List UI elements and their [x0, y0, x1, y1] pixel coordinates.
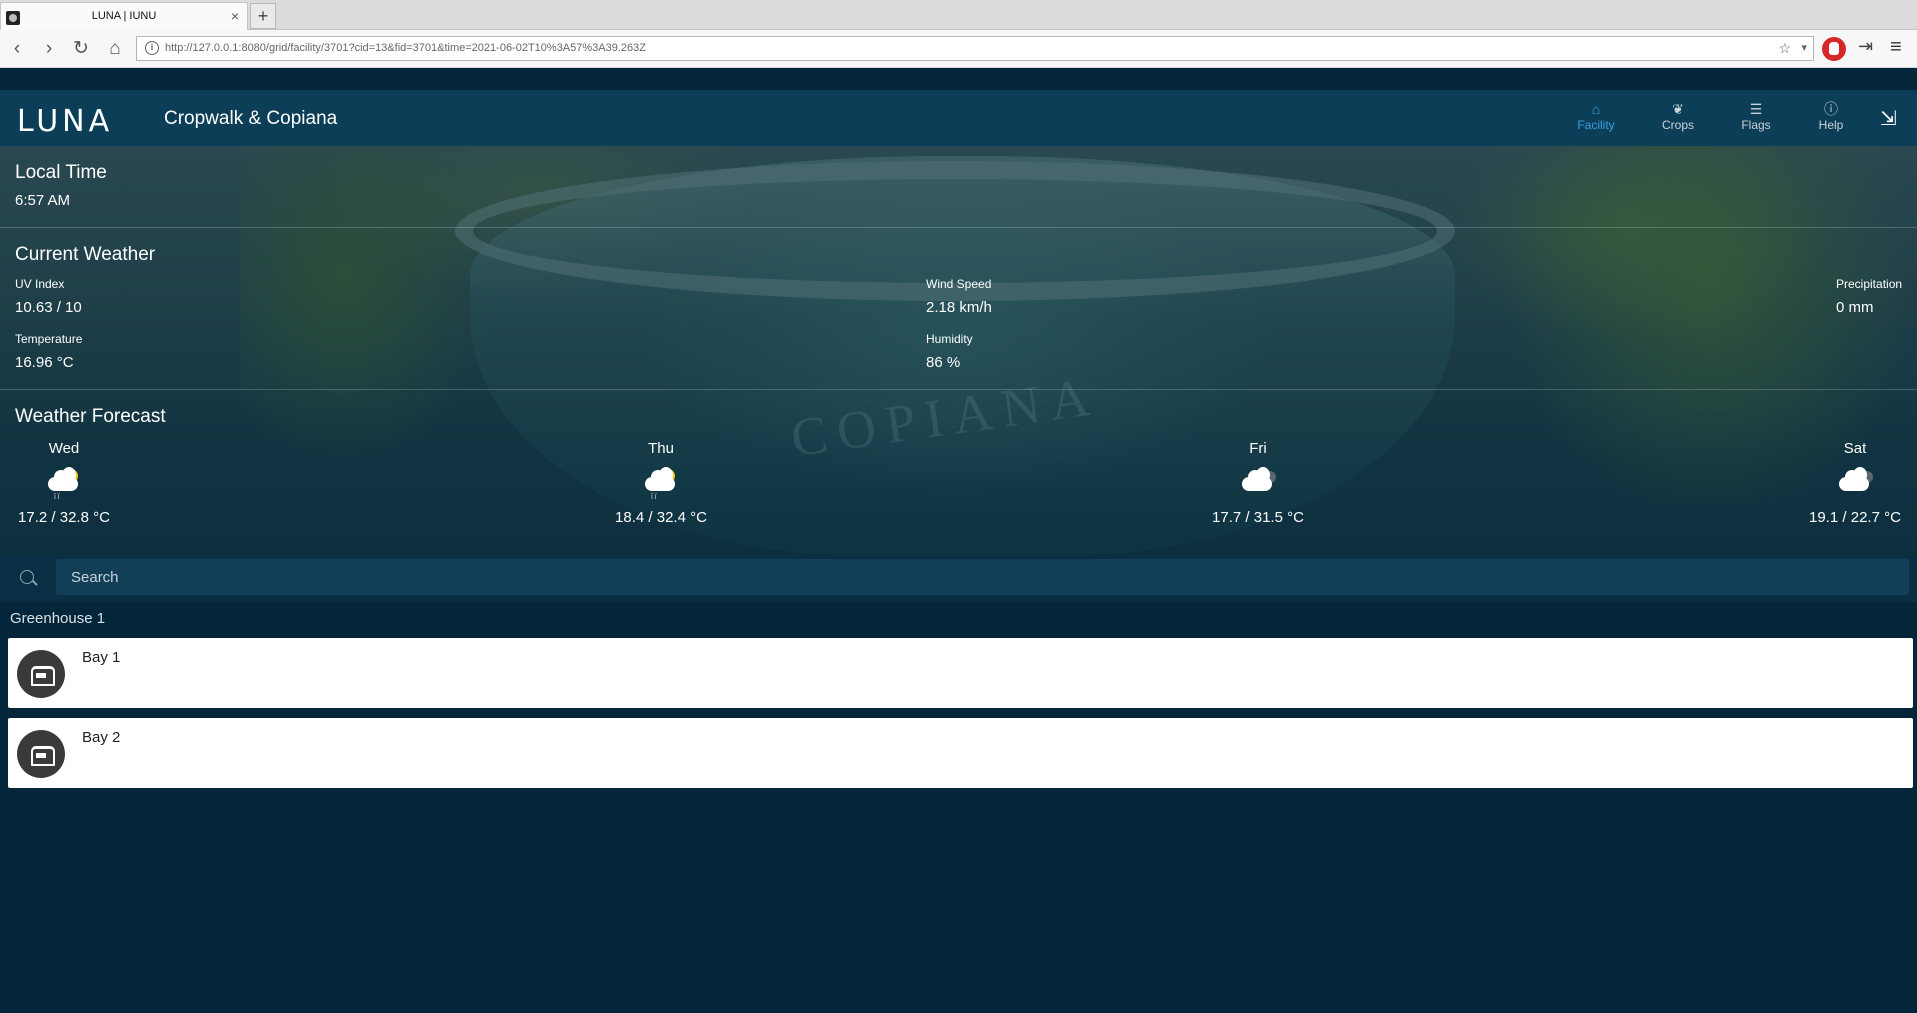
url-dropdown-icon[interactable]: ▾ — [1801, 41, 1807, 54]
forecast-day-name: Sat — [1843, 440, 1867, 457]
greenhouse-icon — [17, 650, 65, 698]
uv-index-value: 10.63 / 10 — [15, 299, 82, 316]
browser-tab-bar: LUNA | IUNU × + — [0, 0, 1917, 30]
search-row — [0, 556, 1917, 602]
url-bar[interactable]: i http://127.0.0.1:8080/grid/facility/37… — [136, 36, 1814, 61]
wind-speed-label: Wind Speed — [926, 277, 992, 291]
nav-flags-label: Flags — [1741, 118, 1771, 132]
nav-help[interactable]: ⓘ Help — [1801, 100, 1861, 132]
forecast-day: Thu ϊϊ 18.4 / 32.4 °C — [601, 440, 721, 526]
back-icon[interactable]: ‹ — [6, 38, 28, 60]
cloudy-icon — [1835, 467, 1875, 499]
nav-facility[interactable]: ⌂ Facility — [1566, 100, 1626, 132]
luna-logo[interactable]: LUNA — [17, 104, 113, 139]
greenhouse-title: Greenhouse 1 — [10, 610, 106, 627]
nav-crops[interactable]: ❦ Crops — [1648, 100, 1708, 132]
precipitation-label: Precipitation — [1836, 277, 1903, 291]
forecast-day-name: Thu — [648, 440, 674, 457]
current-weather-title: Current Weather — [15, 244, 156, 265]
forecast-day: Sat 19.1 / 22.7 °C — [1795, 440, 1915, 526]
browser-nav-bar: ‹ › ↻ ⌂ i http://127.0.0.1:8080/grid/fac… — [0, 30, 1917, 68]
temperature-label: Temperature — [15, 332, 83, 346]
divider — [0, 227, 1917, 228]
background-shade — [0, 146, 1917, 556]
browser-tab[interactable]: LUNA | IUNU × — [0, 2, 248, 30]
forecast-day-temp: 19.1 / 22.7 °C — [1809, 509, 1901, 526]
humidity-label: Humidity — [926, 332, 973, 346]
weather-panel: COPIANA Local Time 6:57 AM Current Weath… — [0, 146, 1917, 556]
divider — [0, 389, 1917, 390]
help-icon: ⓘ — [1824, 101, 1838, 117]
bay-card[interactable]: Bay 1 — [8, 638, 1913, 708]
search-input[interactable] — [56, 559, 1909, 595]
sidebar-toggle-icon[interactable]: ⇥ — [1858, 36, 1873, 57]
forecast-day-name: Wed — [48, 440, 80, 457]
site-info-icon[interactable]: i — [145, 41, 159, 55]
app-header: LUNA Cropwalk & Copiana ⌂ Facility ❦ Cro… — [0, 90, 1917, 146]
forecast-day-temp: 17.7 / 31.5 °C — [1212, 509, 1304, 526]
logout-icon[interactable]: ⇲ — [1880, 106, 1897, 131]
forecast-day: Fri 17.7 / 31.5 °C — [1198, 440, 1318, 526]
local-time-value: 6:57 AM — [15, 192, 71, 209]
forecast-day-temp: 18.4 / 32.4 °C — [615, 509, 707, 526]
cloudy-icon — [1238, 467, 1278, 499]
new-tab-button[interactable]: + — [250, 3, 276, 29]
search-icon — [20, 570, 34, 584]
local-time-title: Local Time — [15, 162, 107, 183]
sun-cloud-rain-icon: ϊϊ — [641, 467, 681, 501]
nav-facility-label: Facility — [1577, 118, 1615, 132]
bay-card[interactable]: Bay 2 — [8, 718, 1913, 788]
nav-help-label: Help — [1818, 118, 1844, 132]
nav-flags[interactable]: ☰ Flags — [1726, 100, 1786, 132]
humidity-value: 86 % — [926, 354, 961, 371]
bay-name: Bay 1 — [82, 649, 121, 666]
bookmark-star-icon[interactable]: ☆ — [1778, 40, 1791, 57]
wind-speed-value: 2.18 km/h — [926, 299, 992, 316]
crops-icon: ❦ — [1672, 101, 1684, 117]
tab-title: LUNA | IUNU — [91, 10, 157, 22]
forecast-day-temp: 17.2 / 32.8 °C — [18, 509, 110, 526]
sun-cloud-rain-icon: ϊϊ — [44, 467, 84, 501]
forecast-day-name: Fri — [1249, 440, 1267, 457]
forward-icon[interactable]: › — [38, 38, 60, 60]
menu-icon[interactable]: ≡ — [1890, 36, 1910, 59]
flags-icon: ☰ — [1749, 101, 1763, 117]
forecast-day: Wed ϊϊ 17.2 / 32.8 °C — [4, 440, 124, 526]
temperature-value: 16.96 °C — [15, 354, 74, 371]
bay-name: Bay 2 — [82, 729, 121, 746]
facility-name: Cropwalk & Copiana — [164, 108, 338, 129]
greenhouse-icon — [17, 730, 65, 778]
stop-hand-extension-icon[interactable] — [1822, 37, 1846, 61]
uv-index-label: UV Index — [15, 277, 65, 291]
home-icon[interactable]: ⌂ — [104, 38, 126, 60]
nav-crops-label: Crops — [1661, 118, 1694, 132]
url-text[interactable]: http://127.0.0.1:8080/grid/facility/3701… — [165, 42, 646, 54]
tab-close-icon[interactable]: × — [231, 8, 239, 24]
reload-icon[interactable]: ↻ — [70, 38, 92, 60]
facility-icon: ⌂ — [1591, 101, 1601, 117]
weather-forecast-title: Weather Forecast — [15, 406, 166, 427]
precipitation-value: 0 mm — [1836, 299, 1874, 316]
